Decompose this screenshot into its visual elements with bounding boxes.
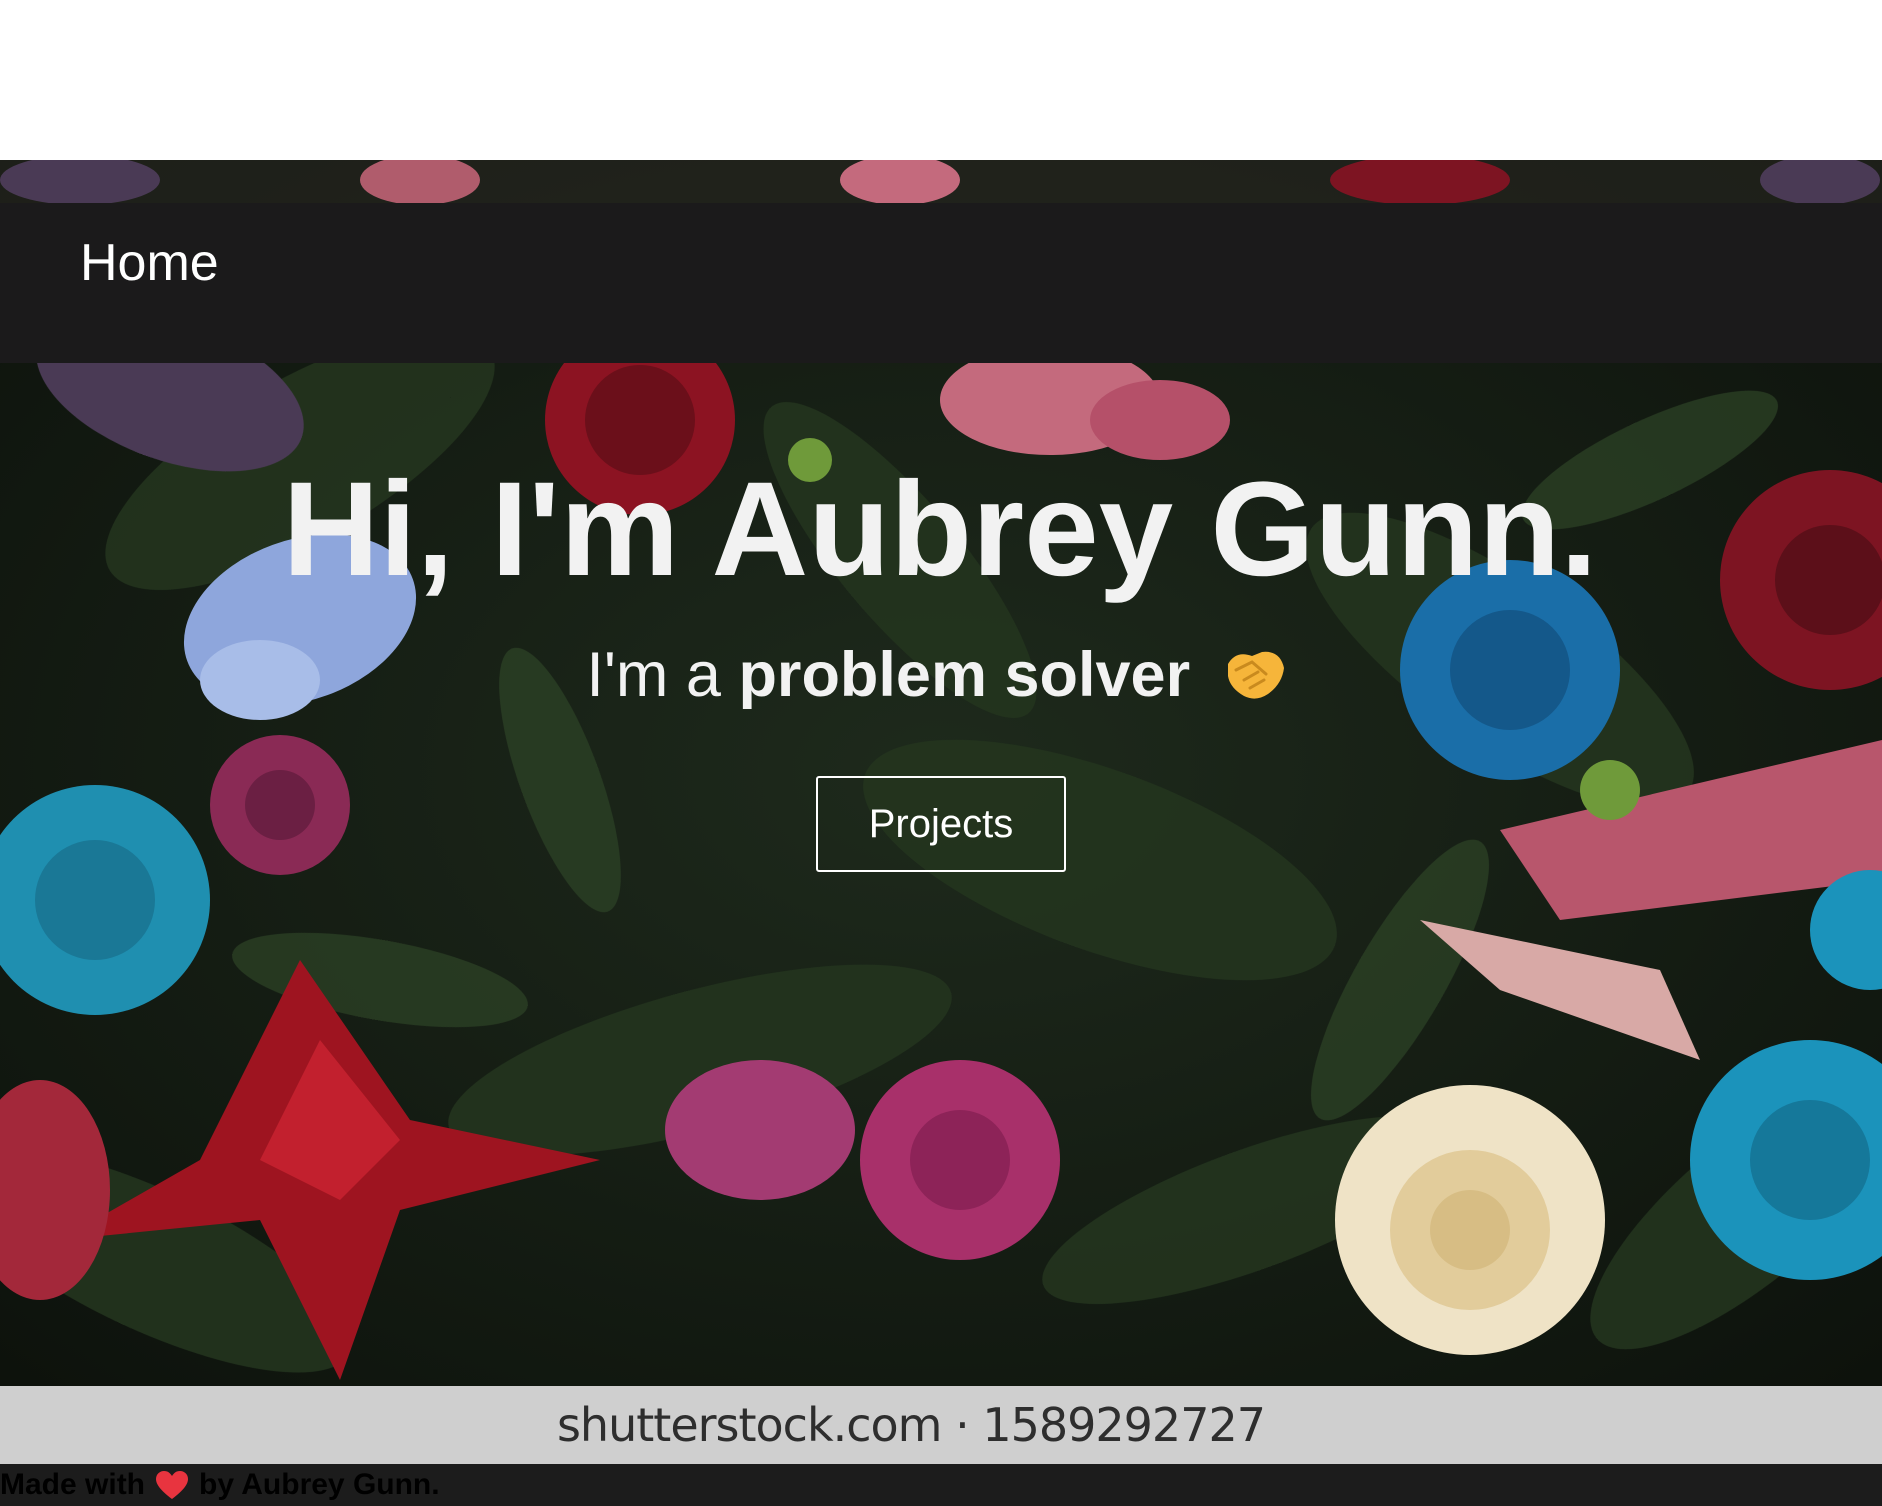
hero-title: Hi, I'm Aubrey Gunn. xyxy=(0,455,1882,605)
handshake-icon xyxy=(1222,644,1288,704)
footer-by-author: by Aubrey Gunn. xyxy=(199,1468,440,1501)
heart-icon xyxy=(155,1470,189,1500)
subtitle-emphasis: problem solver xyxy=(738,640,1191,710)
stock-watermark: shutterstock.com · 1589292727 xyxy=(0,1386,1882,1464)
nav-home-link[interactable]: Home xyxy=(80,233,219,293)
subtitle-prefix: I'm a xyxy=(586,640,721,710)
projects-button[interactable]: Projects xyxy=(816,776,1066,872)
footer: Made with by Aubrey Gunn. xyxy=(0,1464,1882,1506)
hero-subtitle: I'm a problem solver xyxy=(0,640,1882,710)
navbar: Home xyxy=(0,203,1882,363)
footer-credit: Made with by Aubrey Gunn. xyxy=(0,1468,440,1502)
page: shutterstock.com · 1589292727 Home Hi, I… xyxy=(0,0,1882,1506)
hero-title-text: Hi, I'm Aubrey Gunn. xyxy=(282,455,1598,604)
watermark-text: shutterstock.com · 1589292727 xyxy=(556,1398,1266,1452)
footer-made-with: Made with xyxy=(0,1468,146,1501)
